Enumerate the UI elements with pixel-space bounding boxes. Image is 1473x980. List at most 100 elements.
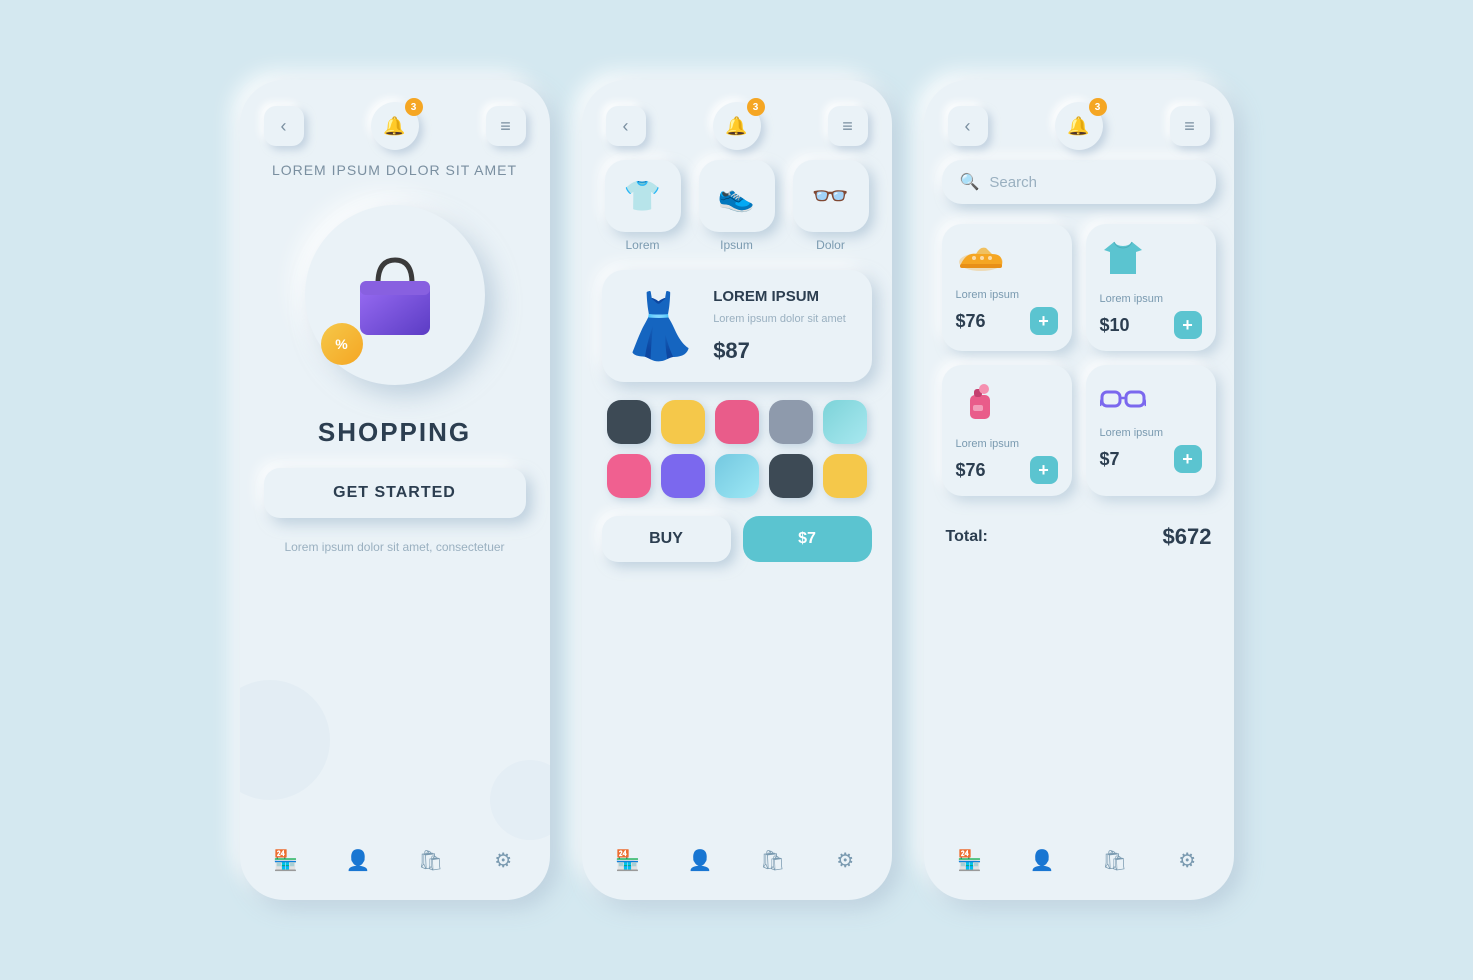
get-started-button[interactable]: GET STARTED [264, 468, 526, 518]
shopping-bag-icon [350, 248, 440, 343]
top-bar-2: ‹ 🔔 3 ≡ [582, 80, 892, 160]
nav-bag-1[interactable]: 🛍 [413, 842, 449, 878]
bottom-nav-3: 🏪 👤 🛍 ⚙ [924, 828, 1234, 900]
phone-2: ‹ 🔔 3 ≡ 👕 Lorem 👟 [582, 80, 892, 900]
top-bar-1: ‹ 🔔 3 ≡ [240, 80, 550, 160]
screen1-desc: Lorem ipsum dolor sit amet, consectetuer [284, 538, 504, 557]
grid-card-bottom-2: $76 + [956, 456, 1058, 484]
product-card: 👗 LOREM IPSUM Lorem ipsum dolor sit amet… [602, 270, 872, 382]
grid-card-price-3: $7 [1100, 449, 1120, 470]
total-value: $672 [1163, 524, 1212, 550]
bottom-nav-1: 🏪 👤 🛍 ⚙ [240, 828, 550, 900]
bell-badge-3: 3 [1089, 98, 1107, 116]
bell-button-3[interactable]: 🔔 3 [1055, 102, 1103, 150]
grid-card-bottom-1: $10 + [1100, 311, 1202, 339]
category-label-1: Ipsum [720, 238, 753, 252]
screen3-content: 🔍 Search [924, 160, 1234, 828]
product-info: LOREM IPSUM Lorem ipsum dolor sit amet $… [713, 288, 853, 364]
category-btn-1[interactable]: 👟 [699, 160, 775, 232]
grid-card-price-1: $10 [1100, 315, 1130, 336]
add-button-1[interactable]: + [1174, 311, 1202, 339]
back-button-1[interactable]: ‹ [264, 106, 304, 146]
grid-card-bottom-3: $7 + [1100, 445, 1202, 473]
color-swatch-1[interactable] [661, 400, 705, 444]
price-button[interactable]: $7 [743, 516, 872, 562]
category-item-2: 👓 Dolor [790, 160, 872, 252]
search-icon: 🔍 [960, 172, 980, 192]
bell-icon-3: 🔔 [1067, 116, 1089, 137]
bell-badge-1: 3 [405, 98, 423, 116]
screen2-content: 👕 Lorem 👟 Ipsum 👓 Dolor [582, 160, 892, 828]
bell-badge-2: 3 [747, 98, 765, 116]
shopping-title: SHOPPING [318, 417, 471, 448]
category-row: 👕 Lorem 👟 Ipsum 👓 Dolor [602, 160, 872, 252]
product-desc: Lorem ipsum dolor sit amet [713, 311, 853, 328]
color-swatch-2[interactable] [715, 400, 759, 444]
nav-store-1[interactable]: 🏪 [268, 842, 304, 878]
menu-button-1[interactable]: ≡ [486, 106, 526, 146]
color-swatch-0[interactable] [607, 400, 651, 444]
grid-card-price-2: $76 [956, 460, 986, 481]
percent-badge: % [321, 323, 363, 365]
nav-store-2[interactable]: 🏪 [610, 842, 646, 878]
bell-button-2[interactable]: 🔔 3 [713, 102, 761, 150]
bell-icon-1: 🔔 [383, 116, 405, 137]
bottom-nav-2: 🏪 👤 🛍 ⚙ [582, 828, 892, 900]
grid-card-name-2: Lorem ipsum [956, 438, 1058, 450]
add-button-3[interactable]: + [1174, 445, 1202, 473]
back-button-3[interactable]: ‹ [948, 106, 988, 146]
add-button-2[interactable]: + [1030, 456, 1058, 484]
nav-settings-2[interactable]: ⚙ [827, 842, 863, 878]
color-swatch-4[interactable] [823, 400, 867, 444]
menu-button-3[interactable]: ≡ [1170, 106, 1210, 146]
product-image: 👗 [620, 294, 700, 358]
grid-card-name-0: Lorem ipsum [956, 289, 1058, 301]
nav-store-3[interactable]: 🏪 [952, 842, 988, 878]
grid-card-0: Lorem ipsum $76 + [942, 224, 1072, 351]
color-swatch-9[interactable] [823, 454, 867, 498]
grid-card-name-1: Lorem ipsum [1100, 293, 1202, 305]
nav-user-3[interactable]: 👤 [1024, 842, 1060, 878]
menu-button-2[interactable]: ≡ [828, 106, 868, 146]
category-item-1: 👟 Ipsum [696, 160, 778, 252]
color-swatch-7[interactable] [715, 454, 759, 498]
grid-card-2: Lorem ipsum $76 + [942, 365, 1072, 496]
category-btn-2[interactable]: 👓 [793, 160, 869, 232]
nav-bag-2[interactable]: 🛍 [755, 842, 791, 878]
grid-card-icon-2 [956, 379, 1058, 430]
total-row: Total: $672 [942, 510, 1216, 556]
color-swatch-8[interactable] [769, 454, 813, 498]
nav-bag-3[interactable]: 🛍 [1097, 842, 1133, 878]
color-swatch-6[interactable] [661, 454, 705, 498]
nav-settings-3[interactable]: ⚙ [1169, 842, 1205, 878]
grid-card-icon-1 [1100, 238, 1202, 285]
grid-card-icon-3 [1100, 379, 1202, 419]
nav-settings-1[interactable]: ⚙ [485, 842, 521, 878]
grid-card-name-3: Lorem ipsum [1100, 427, 1202, 439]
top-bar-3: ‹ 🔔 3 ≡ [924, 80, 1234, 160]
grid-card-bottom-0: $76 + [956, 307, 1058, 335]
buy-button[interactable]: BUY [602, 516, 731, 562]
search-bar[interactable]: 🔍 Search [942, 160, 1216, 204]
nav-user-1[interactable]: 👤 [340, 842, 376, 878]
color-swatch-5[interactable] [607, 454, 651, 498]
screens-container: ‹ 🔔 3 ≡ LOREM IPSUM DOLOR SIT AMET [240, 80, 1234, 900]
search-placeholder: Search [989, 174, 1037, 191]
screen1-title: LOREM IPSUM DOLOR SIT AMET [272, 160, 517, 181]
category-label-0: Lorem [625, 238, 659, 252]
category-btn-0[interactable]: 👕 [605, 160, 681, 232]
phone-3: ‹ 🔔 3 ≡ 🔍 Search [924, 80, 1234, 900]
color-swatch-3[interactable] [769, 400, 813, 444]
bell-icon-2: 🔔 [725, 116, 747, 137]
category-item-0: 👕 Lorem [602, 160, 684, 252]
product-grid: Lorem ipsum $76 + Lorem ipsum [942, 224, 1216, 496]
color-grid [602, 400, 872, 498]
back-button-2[interactable]: ‹ [606, 106, 646, 146]
bag-circle: % [305, 205, 485, 385]
add-button-0[interactable]: + [1030, 307, 1058, 335]
nav-user-2[interactable]: 👤 [682, 842, 718, 878]
category-label-2: Dolor [816, 238, 845, 252]
bell-button-1[interactable]: 🔔 3 [371, 102, 419, 150]
grid-card-price-0: $76 [956, 311, 986, 332]
product-price: $87 [713, 338, 853, 364]
